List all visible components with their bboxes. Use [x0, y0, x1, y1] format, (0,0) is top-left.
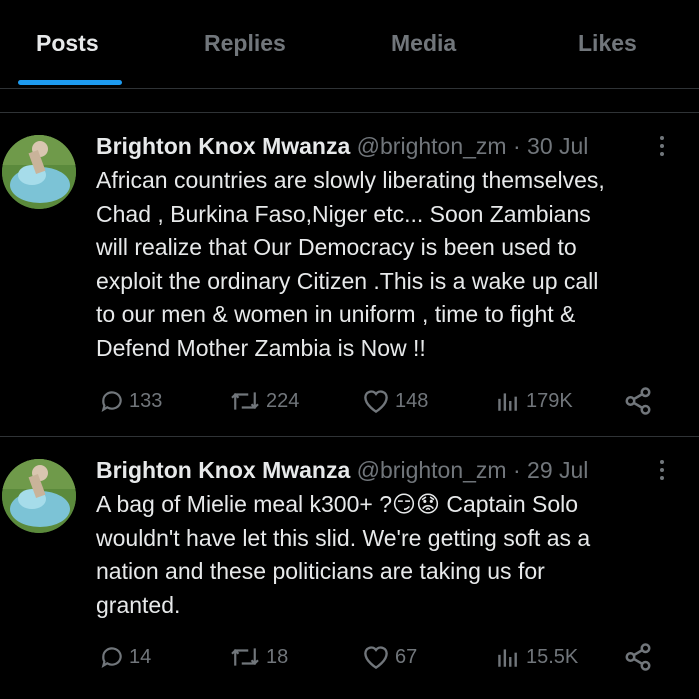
repost-count: 18: [266, 645, 289, 668]
tweet-header: Brighton Knox Mwanza @brighton_zm · 29 J…: [96, 457, 588, 484]
views-count: 179K: [526, 389, 573, 412]
tab-likes[interactable]: Likes: [578, 30, 637, 57]
views-icon: [498, 393, 517, 411]
views-count: 15.5K: [526, 645, 579, 668]
divider: [0, 112, 699, 113]
more-options-icon[interactable]: [652, 456, 672, 486]
tweet-header: Brighton Knox Mwanza @brighton_zm · 30 J…: [96, 133, 588, 160]
avatar[interactable]: [2, 459, 76, 533]
post-date[interactable]: 30 Jul: [527, 133, 588, 159]
like-count: 67: [395, 645, 418, 668]
views-button[interactable]: 179K: [494, 388, 573, 414]
heart-icon: [364, 390, 388, 414]
share-icon: [625, 643, 651, 671]
repost-button[interactable]: 18: [228, 644, 288, 670]
reply-button[interactable]: 14: [99, 644, 151, 670]
repost-icon: [231, 392, 259, 410]
tab-posts[interactable]: Posts: [36, 30, 99, 57]
post-date[interactable]: 29 Jul: [527, 457, 588, 483]
repost-button[interactable]: 224: [228, 388, 299, 414]
share-button[interactable]: [623, 386, 653, 416]
like-button[interactable]: 67: [361, 644, 417, 670]
author-name[interactable]: Brighton Knox Mwanza: [96, 457, 350, 483]
author-handle[interactable]: @brighton_zm: [357, 457, 507, 483]
reply-count: 133: [129, 389, 163, 412]
more-options-icon[interactable]: [652, 132, 672, 162]
separator-dot: ·: [512, 133, 521, 159]
reply-icon: [101, 391, 122, 412]
divider: [0, 436, 699, 437]
like-button[interactable]: 148: [361, 388, 428, 414]
share-icon: [625, 387, 651, 415]
author-handle[interactable]: @brighton_zm: [357, 133, 507, 159]
views-button[interactable]: 15.5K: [494, 644, 578, 670]
active-tab-indicator: [18, 80, 122, 85]
repost-count: 224: [266, 389, 300, 412]
views-icon: [498, 649, 517, 667]
tweet-text: A bag of Mielie meal k300+ ?😏😟 Captain S…: [96, 491, 591, 618]
author-name[interactable]: Brighton Knox Mwanza: [96, 133, 350, 159]
tab-replies[interactable]: Replies: [204, 30, 286, 57]
reply-icon: [101, 647, 122, 668]
reply-button[interactable]: 133: [99, 388, 162, 414]
avatar[interactable]: [2, 135, 76, 209]
separator-dot: ·: [512, 457, 521, 483]
tab-media[interactable]: Media: [391, 30, 456, 57]
heart-icon: [364, 646, 388, 670]
tweet-text: African countries are slowly liberating …: [96, 167, 605, 361]
like-count: 148: [395, 389, 429, 412]
repost-icon: [231, 648, 259, 666]
profile-tabs: Posts Replies Media Likes: [0, 0, 699, 89]
reply-count: 14: [129, 645, 152, 668]
share-button[interactable]: [623, 642, 653, 672]
